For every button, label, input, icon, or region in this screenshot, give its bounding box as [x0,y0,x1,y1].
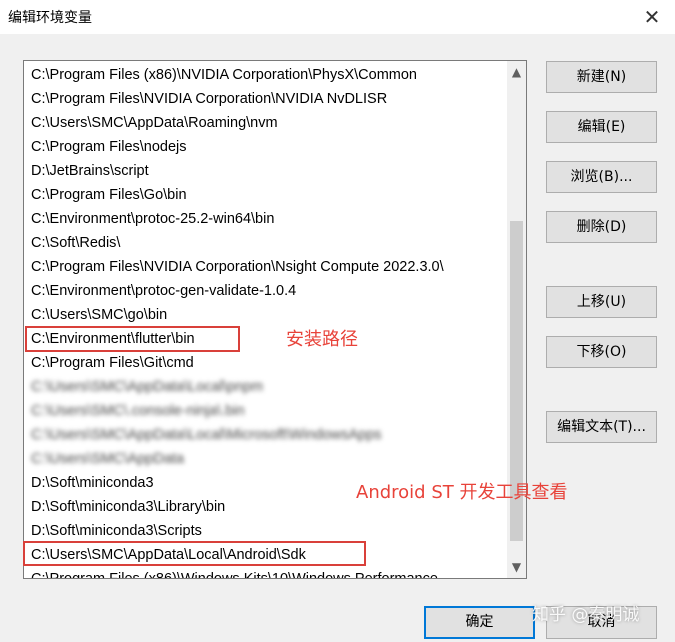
list-item[interactable]: C:\Program Files (x86)\NVIDIA Corporatio… [24,63,506,87]
list-item-text: C:\Program Files\NVIDIA Corporation\Nsig… [31,259,444,275]
list-item-text: D:\Soft\miniconda3\Library\bin [31,499,226,515]
list-item[interactable]: C:\Program Files\NVIDIA Corporation\NVID… [24,87,506,111]
list-item[interactable]: C:\Users\SMC\AppData\Local\Microsoft\Win… [24,423,506,447]
list-item-text: C:\Environment\flutter\bin [31,331,195,347]
scroll-up-icon[interactable]: ▲ [507,63,526,81]
list-item-text: C:\Users\SMC\go\bin [31,307,168,323]
list-item[interactable]: C:\Users\SMC\.console-ninja\.bin [24,399,506,423]
list-item[interactable]: D:\Soft\miniconda3\Scripts [24,519,506,543]
android-st-annotation: Android ST 开发工具查看 [356,482,568,503]
list-item[interactable]: C:\Environment\protoc-25.2-win64\bin [24,207,506,231]
title-bar: 编辑环境变量 ✕ [0,0,675,34]
list-item-text: C:\Users\SMC\AppData\Local\Microsoft\Win… [31,427,382,443]
move-down-button[interactable]: 下移(O) [546,336,657,368]
list-item-text: C:\Program Files\Git\cmd [31,355,194,371]
list-item-text: D:\Soft\miniconda3 [31,475,154,491]
list-item[interactable]: C:\Users\SMC\AppData\Local\Android\Sdk [24,543,506,567]
list-item[interactable]: D:\JetBrains\script [24,159,506,183]
list-item-text: D:\JetBrains\script [31,163,149,179]
list-item-text: C:\Program Files\NVIDIA Corporation\NVID… [31,91,388,107]
list-item[interactable]: C:\Program Files\NVIDIA Corporation\Nsig… [24,255,506,279]
list-item-text: C:\Users\SMC\AppData\Local\pnpm [31,379,264,395]
list-item-text: C:\Program Files\Go\bin [31,187,187,203]
list-item[interactable]: C:\Environment\flutter\bin [24,327,506,351]
list-item[interactable]: C:\Environment\protoc-gen-validate-1.0.4 [24,279,506,303]
edit-text-button[interactable]: 编辑文本(T)... [546,411,657,443]
list-item-text: C:\Users\SMC\AppData\Local\Android\Sdk [31,547,306,563]
list-item-text: C:\Program Files (x86)\Windows Kits\10\W… [31,571,438,579]
watermark: 知乎 @秦明诚 [532,605,640,625]
list-item[interactable]: C:\Program Files\nodejs [24,135,506,159]
move-up-button[interactable]: 上移(U) [546,286,657,318]
close-icon[interactable]: ✕ [639,4,665,30]
list-item-text: C:\Program Files (x86)\NVIDIA Corporatio… [31,67,417,83]
install-path-annotation: 安装路径 [286,329,358,350]
list-item-text: C:\Environment\protoc-25.2-win64\bin [31,211,275,227]
list-item-text: C:\Program Files\nodejs [31,139,187,155]
list-item-text: C:\Soft\Redis\ [31,235,121,251]
list-item-text: C:\Users\SMC\AppData [31,451,185,467]
list-item[interactable]: C:\Users\SMC\AppData\Roaming\nvm [24,111,506,135]
list-item-text: C:\Environment\protoc-gen-validate-1.0.4 [31,283,297,299]
edit-button[interactable]: 编辑(E) [546,111,657,143]
list-item-text: C:\Users\SMC\AppData\Roaming\nvm [31,115,278,131]
list-item[interactable]: C:\Program Files (x86)\Windows Kits\10\W… [24,567,506,579]
list-item[interactable]: C:\Users\SMC\go\bin [24,303,506,327]
new-button[interactable]: 新建(N) [546,61,657,93]
list-item[interactable]: C:\Soft\Redis\ [24,231,506,255]
scroll-down-icon[interactable]: ▼ [507,558,526,576]
list-item[interactable]: C:\Program Files\Go\bin [24,183,506,207]
list-item[interactable]: C:\Users\SMC\AppData\Local\pnpm [24,375,506,399]
list-item[interactable]: C:\Users\SMC\AppData [24,447,506,471]
window-title: 编辑环境变量 [8,10,92,26]
browse-button[interactable]: 浏览(B)... [546,161,657,193]
ok-button[interactable]: 确定 [424,606,535,639]
delete-button[interactable]: 删除(D) [546,211,657,243]
list-item[interactable]: C:\Program Files\Git\cmd [24,351,506,375]
list-item-text: C:\Users\SMC\.console-ninja\.bin [31,403,245,419]
list-item-text: D:\Soft\miniconda3\Scripts [31,523,202,539]
